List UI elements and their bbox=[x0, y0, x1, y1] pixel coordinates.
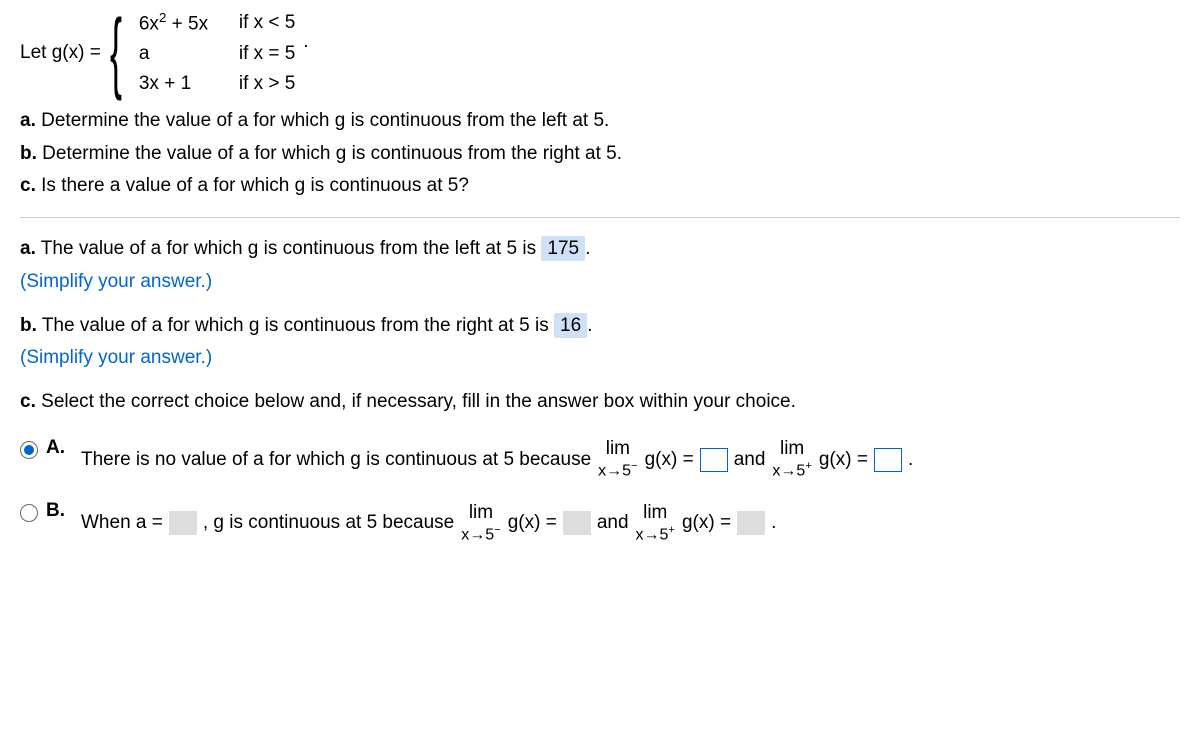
question-b: Determine the value of a for which g is … bbox=[42, 143, 622, 164]
left-brace: { bbox=[110, 12, 122, 93]
question-list: a. Determine the value of a for which g … bbox=[20, 105, 1180, 202]
part-a-answer: a. The value of a for which g is continu… bbox=[20, 233, 1180, 298]
piece-2: a if x = 5 bbox=[139, 43, 296, 65]
answer-input-b[interactable]: 16 bbox=[554, 313, 587, 338]
radio-choice-b[interactable] bbox=[20, 504, 38, 522]
answer-box-b3[interactable] bbox=[737, 511, 765, 535]
question-a: Determine the value of a for which g is … bbox=[41, 110, 609, 131]
choice-b-row: B. When a = , g is continuous at 5 becau… bbox=[20, 500, 1180, 546]
limit-left-a: lim x→5− bbox=[598, 439, 637, 479]
answer-box-b2[interactable] bbox=[563, 511, 591, 535]
answer-box-a1[interactable] bbox=[700, 448, 728, 472]
piecewise-function: { 6x2 + 5x if x < 5 a if x = 5 3x + 1 if… bbox=[111, 10, 309, 95]
hint-b: (Simplify your answer.) bbox=[20, 347, 212, 368]
part-b-answer: b. The value of a for which g is continu… bbox=[20, 310, 1180, 375]
question-c: Is there a value of a for which g is con… bbox=[41, 175, 469, 196]
period: . bbox=[303, 31, 308, 53]
let-label: Let g(x) = bbox=[20, 42, 101, 64]
divider bbox=[20, 217, 1180, 218]
answer-box-a2[interactable] bbox=[874, 448, 902, 472]
answer-input-a[interactable]: 175 bbox=[541, 236, 585, 261]
choice-a-row: A. There is no value of a for which g is… bbox=[20, 437, 1180, 483]
limit-right-b: lim x→5+ bbox=[636, 503, 675, 543]
part-c-prompt: c. Select the correct choice below and, … bbox=[20, 386, 1180, 418]
answer-box-b1[interactable] bbox=[169, 511, 197, 535]
radio-choice-a[interactable] bbox=[20, 441, 38, 459]
piece-1: 6x2 + 5x if x < 5 bbox=[139, 10, 296, 35]
choice-b-content: When a = , g is continuous at 5 because … bbox=[81, 500, 776, 546]
problem-definition: Let g(x) = { 6x2 + 5x if x < 5 a if x = … bbox=[20, 10, 1180, 95]
piece-3: 3x + 1 if x > 5 bbox=[139, 73, 296, 95]
limit-left-b: lim x→5− bbox=[461, 503, 500, 543]
hint-a: (Simplify your answer.) bbox=[20, 271, 212, 292]
choice-a-content: There is no value of a for which g is co… bbox=[81, 437, 913, 483]
choice-a-label: A. bbox=[46, 437, 65, 459]
limit-right-a: lim x→5+ bbox=[772, 439, 811, 479]
choice-b-label: B. bbox=[46, 500, 65, 522]
